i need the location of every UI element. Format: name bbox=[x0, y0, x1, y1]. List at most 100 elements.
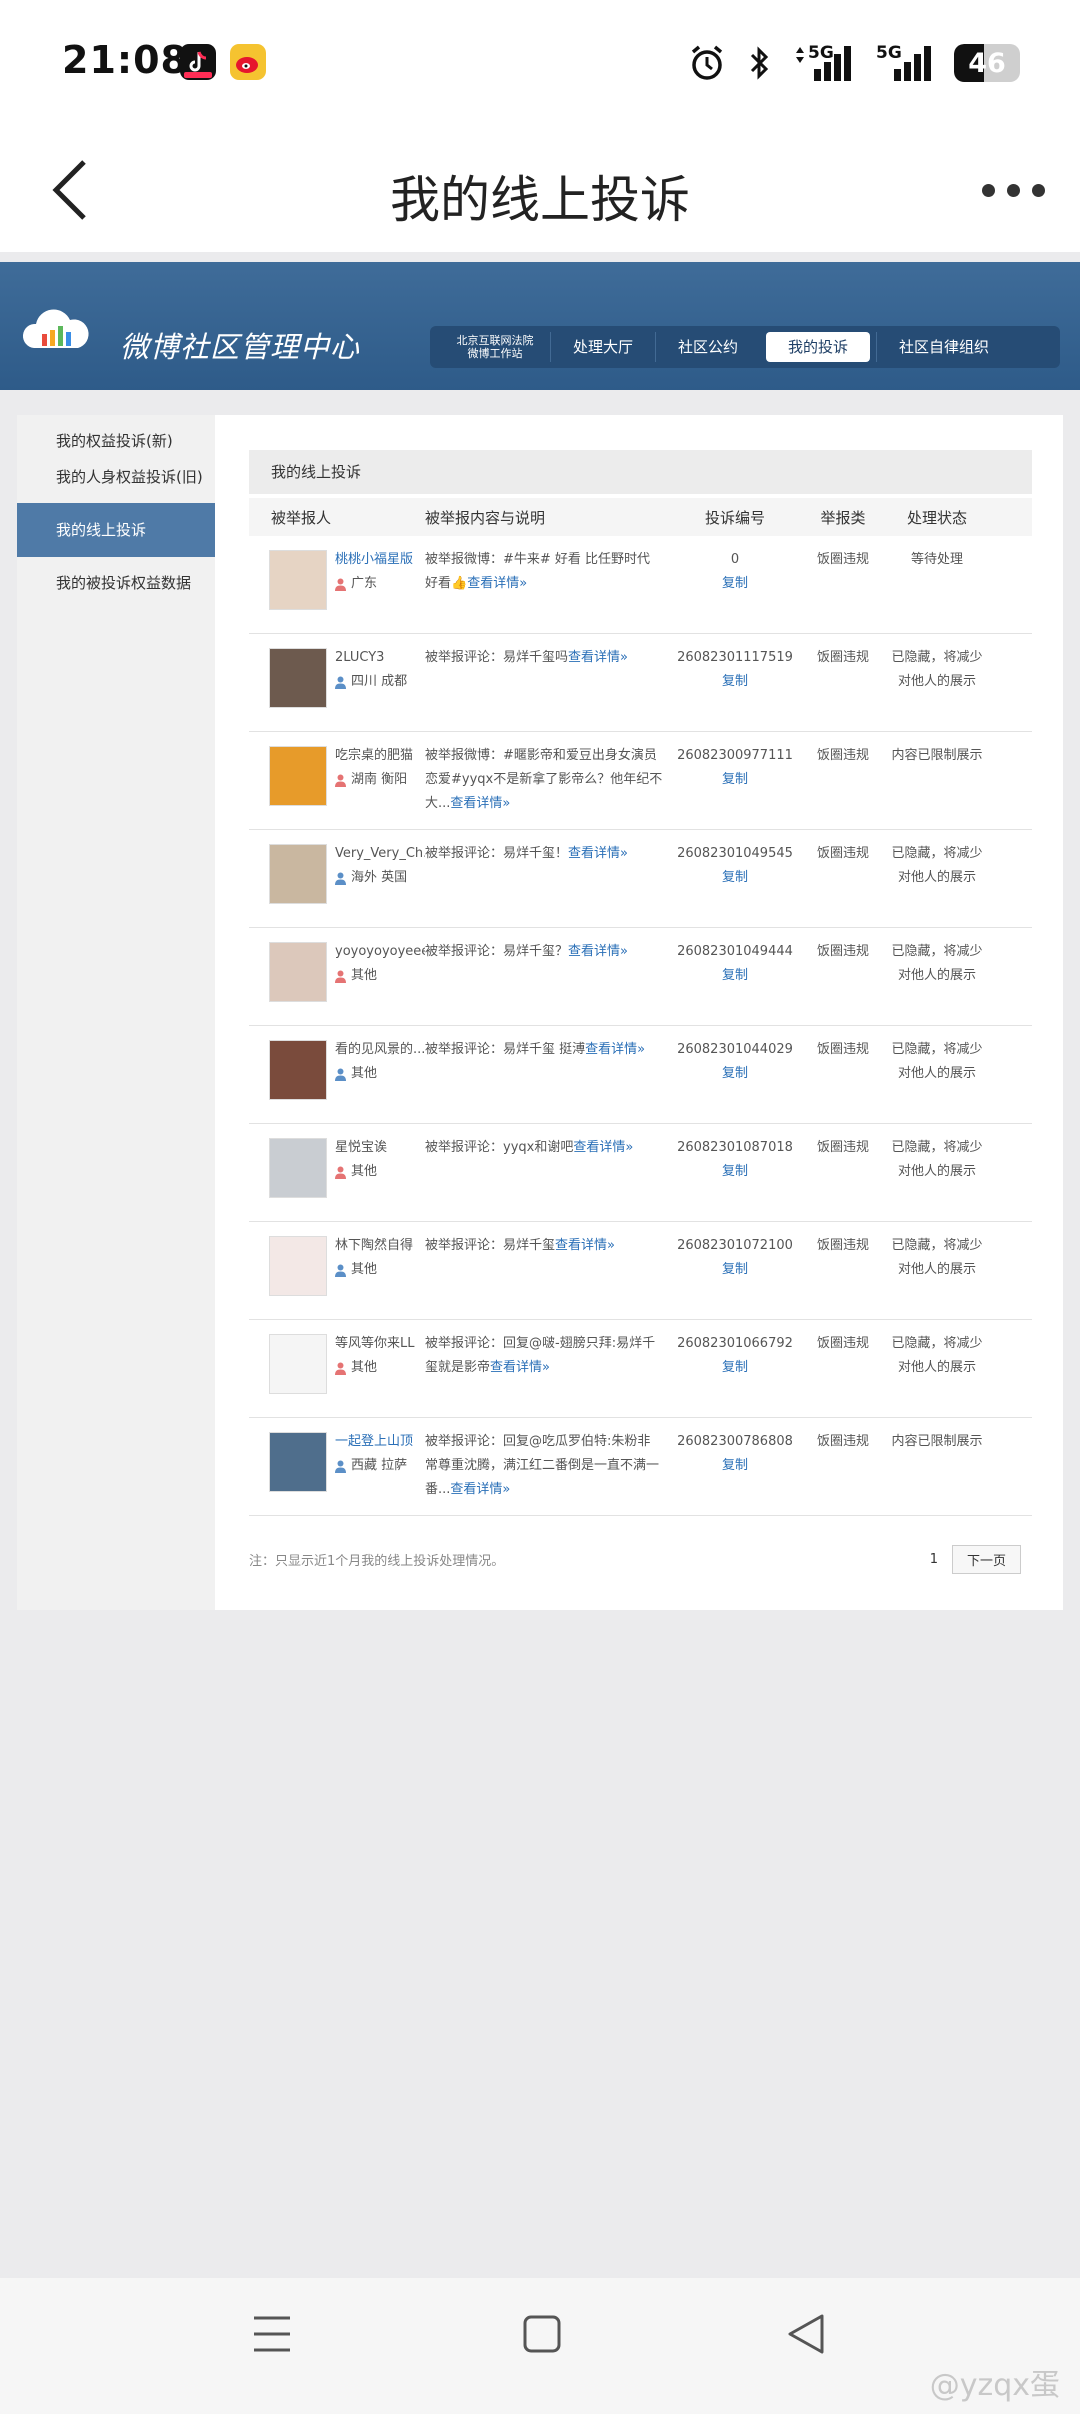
nav-item-convention[interactable]: 社区公约 bbox=[655, 332, 760, 362]
avatar[interactable] bbox=[269, 1236, 327, 1296]
complaint-id: 26082301117519 bbox=[677, 650, 793, 665]
complaints-table: 桃桃小福星版 广东 被举报微博：#牛来# 好看 比任野时代好看👍查看详情» 0 复制 饭圈… bbox=[249, 536, 1032, 1516]
user-name[interactable]: 等风等你来LL bbox=[335, 1332, 425, 1356]
reported-content: 被举报评论：yyqx和谢吧查看详情» bbox=[425, 1136, 671, 1160]
status-badge: 已隐藏，将减少对他人的展示 bbox=[891, 846, 983, 885]
status-bar: 21:08 5G 5G 46 bbox=[0, 0, 1080, 130]
table-row: 吃宗桌的肥猫 湖南 衡阳 被举报微博：#暱影帝和爱豆出身女演员恋爱#yyqx不是新拿… bbox=[249, 732, 1032, 830]
sidebar-item-complained-data[interactable]: 我的被投诉权益数据 bbox=[17, 565, 215, 601]
site-nav: 北京互联网法院 微博工作站 处理大厅 社区公约 我的投诉 社区自律组织 bbox=[430, 326, 1060, 368]
copy-button[interactable]: 复制 bbox=[722, 1062, 748, 1086]
user-name[interactable]: 吃宗桌的肥猫 bbox=[335, 744, 425, 768]
view-detail-link[interactable]: 查看详情» bbox=[467, 576, 527, 591]
view-detail-link[interactable]: 查看详情» bbox=[573, 1140, 633, 1155]
more-dot-icon bbox=[981, 183, 995, 197]
home-button[interactable] bbox=[522, 2312, 562, 2360]
complaint-id-cell: 0 复制 bbox=[671, 548, 799, 596]
user-location: 其他 bbox=[351, 1066, 378, 1081]
nav-beijing-court[interactable]: 北京互联网法院 微博工作站 bbox=[440, 334, 550, 360]
system-back-button[interactable] bbox=[786, 2312, 826, 2360]
copy-button[interactable]: 复制 bbox=[722, 670, 748, 694]
more-options-button[interactable] bbox=[968, 160, 1058, 220]
status-badge: 内容已限制展示 bbox=[891, 748, 983, 763]
column-header: 处理状态 bbox=[906, 508, 967, 527]
reported-user: 桃桃小福星版广东 bbox=[249, 548, 425, 610]
nav-item-self-discipline[interactable]: 社区自律组织 bbox=[876, 332, 1011, 362]
view-detail-link[interactable]: 查看详情» bbox=[555, 1238, 615, 1253]
reported-text: 被举报评论：易烊千玺？ bbox=[425, 944, 569, 959]
avatar[interactable] bbox=[269, 1432, 327, 1492]
view-detail-link[interactable]: 查看详情» bbox=[490, 1360, 550, 1375]
nav-item-my-complaints[interactable]: 我的投诉 bbox=[766, 332, 871, 362]
status-badge: 已隐藏，将减少对他人的展示 bbox=[891, 650, 983, 689]
reported-content: 被举报评论：易烊千玺？查看详情» bbox=[425, 940, 671, 964]
reported-text: 被举报评论：易烊千玺吗 bbox=[425, 650, 569, 665]
person-icon bbox=[335, 1166, 346, 1179]
status-badge: 已隐藏，将减少对他人的展示 bbox=[891, 1238, 983, 1277]
user-location: 广东 bbox=[351, 576, 378, 591]
more-dot-icon bbox=[1006, 183, 1020, 197]
menu-button[interactable] bbox=[252, 2312, 292, 2360]
sidebar-item-rights-new[interactable]: 我的权益投诉(新) bbox=[17, 423, 215, 459]
copy-button[interactable]: 复制 bbox=[722, 866, 748, 890]
user-name[interactable]: 林下陶然自得 bbox=[335, 1234, 425, 1258]
report-type: 饭圈违规 bbox=[816, 650, 869, 665]
avatar[interactable] bbox=[269, 550, 327, 610]
user-name[interactable]: 2LUCY3 bbox=[335, 646, 425, 670]
complaint-id: 0 bbox=[730, 552, 740, 567]
sidebar-item-rights-old[interactable]: 我的人身权益投诉(旧) bbox=[17, 459, 215, 495]
reported-content: 被举报评论：回复@啵-翅膀只拜:易烊千玺就是影帝查看详情» bbox=[425, 1332, 671, 1380]
copy-button[interactable]: 复制 bbox=[722, 1258, 748, 1282]
view-detail-link[interactable]: 查看详情» bbox=[568, 650, 628, 665]
copy-button[interactable]: 复制 bbox=[722, 1160, 748, 1184]
reported-content: 被举报评论：回复@吃瓜罗伯特:朱粉非常尊重沈腾，满江红二番倒是一直不满一番...… bbox=[425, 1430, 671, 1502]
view-detail-link[interactable]: 查看详情» bbox=[450, 1482, 510, 1497]
person-icon bbox=[335, 676, 346, 689]
next-page-button[interactable]: 下一页 bbox=[951, 1545, 1021, 1574]
reported-content: 被举报评论：易烊千玺查看详情» bbox=[425, 1234, 671, 1258]
reported-user: 2LUCY3 四川 成都 bbox=[249, 646, 425, 708]
reported-text: 被举报评论：易烊千玺 bbox=[425, 1238, 556, 1253]
view-detail-link[interactable]: 查看详情» bbox=[585, 1042, 645, 1057]
avatar[interactable] bbox=[269, 746, 327, 806]
user-name[interactable]: 一起登上山顶 bbox=[335, 1430, 425, 1454]
user-name[interactable]: Very_Very_Ch... bbox=[335, 842, 425, 866]
user-location: 其他 bbox=[351, 968, 378, 983]
copy-button[interactable]: 复制 bbox=[722, 768, 748, 792]
avatar[interactable] bbox=[269, 942, 327, 1002]
user-location: 海外 英国 bbox=[351, 870, 408, 885]
report-type: 饭圈违规 bbox=[816, 1140, 869, 1155]
complaint-id: 26082301049545 bbox=[677, 846, 793, 861]
reported-user: 林下陶然自得 其他 bbox=[249, 1234, 425, 1296]
view-detail-link[interactable]: 查看详情» bbox=[568, 846, 628, 861]
view-detail-link[interactable]: 查看详情» bbox=[568, 944, 628, 959]
nav-item-hall[interactable]: 处理大厅 bbox=[550, 332, 655, 362]
user-name[interactable]: 桃桃小福星版 bbox=[335, 548, 425, 572]
report-type: 饭圈违规 bbox=[816, 552, 869, 567]
battery-icon: 46 bbox=[954, 44, 1020, 82]
avatar[interactable] bbox=[269, 1138, 327, 1198]
copy-button[interactable]: 复制 bbox=[722, 1356, 748, 1380]
view-detail-link[interactable]: 查看详情» bbox=[450, 796, 510, 811]
user-name[interactable]: yoyoyoyoyeee bbox=[335, 940, 425, 964]
copy-button[interactable]: 复制 bbox=[722, 572, 748, 596]
page-number[interactable]: 1 bbox=[930, 1552, 938, 1567]
menu-icon bbox=[254, 2316, 290, 2352]
person-icon bbox=[335, 578, 346, 591]
avatar[interactable] bbox=[269, 648, 327, 708]
copy-button[interactable]: 复制 bbox=[722, 1454, 748, 1478]
avatar[interactable] bbox=[269, 844, 327, 904]
complaint-id-cell: 26082301066792 复制 bbox=[671, 1332, 799, 1380]
copy-button[interactable]: 复制 bbox=[722, 964, 748, 988]
sidebar-item-online-complaints[interactable]: 我的线上投诉 bbox=[17, 503, 215, 557]
avatar[interactable] bbox=[269, 1040, 327, 1100]
report-type: 饭圈违规 bbox=[816, 944, 869, 959]
avatar[interactable] bbox=[269, 1334, 327, 1394]
user-name[interactable]: 看的见风景的... bbox=[335, 1038, 425, 1062]
user-location: 其他 bbox=[351, 1360, 378, 1375]
column-header: 被举报内容与说明 bbox=[425, 508, 546, 527]
user-name[interactable]: 星悦宝诶 bbox=[335, 1136, 425, 1160]
bluetooth-icon bbox=[748, 45, 772, 81]
title-bar: 我的线上投诉 bbox=[0, 130, 1080, 252]
reported-content: 被举报评论：易烊千玺！查看详情» bbox=[425, 842, 671, 866]
